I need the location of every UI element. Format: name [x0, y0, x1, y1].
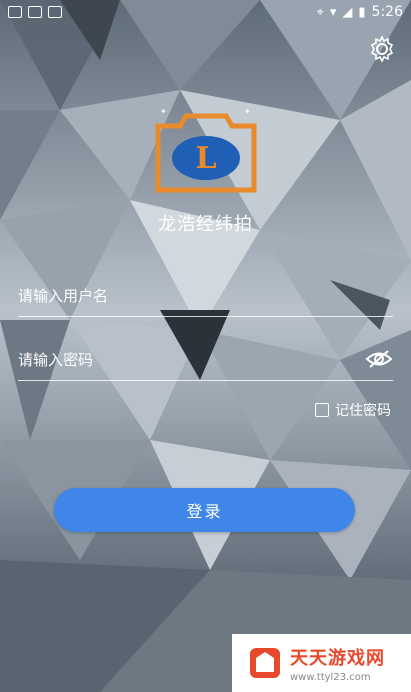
svg-text:✦: ✦ [160, 107, 167, 116]
gear-icon [370, 35, 394, 63]
status-bar: ⌖ ▾ ◢ ▮ 5:26 [0, 0, 411, 24]
eye-slash-icon[interactable] [365, 348, 393, 370]
password-input[interactable] [18, 340, 393, 380]
svg-text:L: L [195, 141, 216, 176]
remember-checkbox[interactable] [315, 403, 329, 417]
signal-icon: ◢ [342, 4, 353, 20]
camera-logo-icon: L ✦ ✦ [155, 107, 257, 193]
svg-text:✦: ✦ [244, 107, 251, 116]
settings-button[interactable] [367, 34, 397, 64]
remember-password[interactable]: 记住密码 [315, 400, 391, 420]
status-time: 5:26 [371, 4, 403, 20]
login-button[interactable]: 登录 [54, 488, 355, 532]
watermark-title: 天天游戏网 [290, 647, 385, 669]
password-field[interactable] [18, 340, 393, 381]
notification-icon [8, 6, 22, 18]
watermark: 天天游戏网 www.ttyl23.com [232, 634, 411, 692]
location-icon: ⌖ [316, 4, 324, 20]
watermark-url: www.ttyl23.com [290, 671, 371, 683]
watermark-logo-icon [250, 648, 280, 678]
app-title: 龙浩经纬拍 [158, 214, 253, 235]
remember-label: 记住密码 [335, 403, 391, 419]
battery-icon: ▮ [358, 4, 366, 20]
username-input[interactable] [18, 276, 393, 316]
keyboard-icon [28, 6, 42, 18]
wifi-icon: ▾ [329, 4, 337, 20]
username-field[interactable] [18, 276, 393, 317]
app-notification-icon [48, 6, 62, 18]
